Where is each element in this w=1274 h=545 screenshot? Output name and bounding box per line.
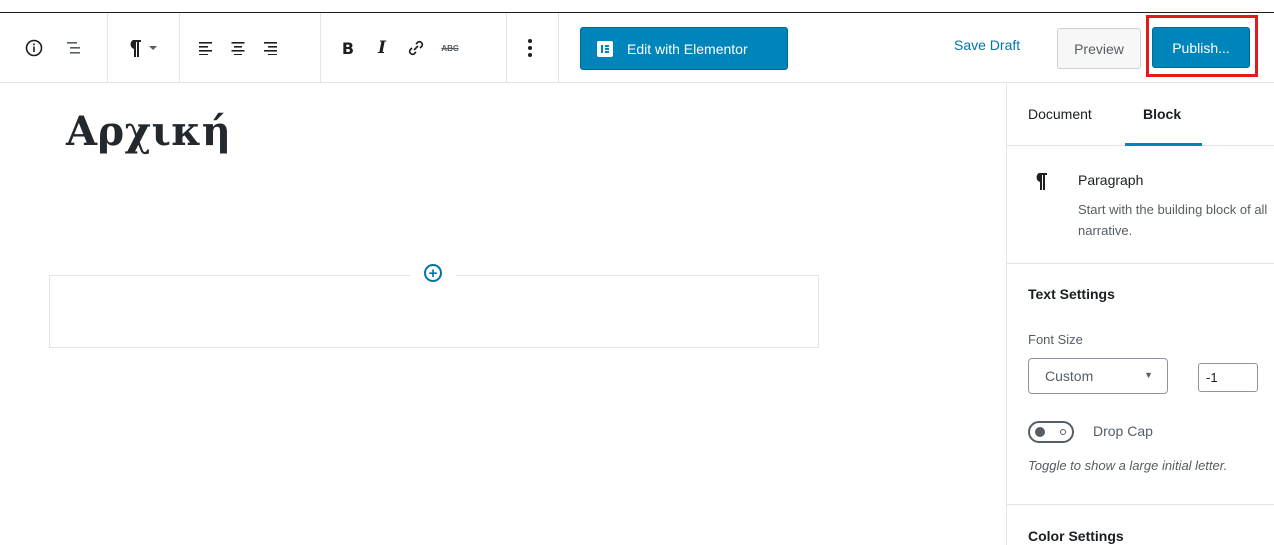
- preview-button[interactable]: Preview: [1057, 28, 1141, 69]
- sidebar-tabs: Document Block: [1007, 84, 1274, 146]
- drop-cap-toggle[interactable]: [1028, 421, 1074, 443]
- drop-cap-help-text: Toggle to show a large initial letter.: [1028, 458, 1228, 473]
- block-card: Paragraph Start with the building block …: [1007, 146, 1274, 264]
- tab-document[interactable]: Document: [1028, 106, 1092, 122]
- alignment-tools: [192, 13, 284, 83]
- font-size-label: Font Size: [1028, 332, 1083, 347]
- toolbar-separator: [107, 13, 108, 83]
- formatting-tools: B I ABC: [334, 13, 464, 83]
- toggle-off-indicator: [1060, 429, 1066, 435]
- font-size-select[interactable]: Custom ▼: [1028, 358, 1168, 394]
- italic-icon[interactable]: I: [368, 31, 396, 65]
- document-tools: [20, 13, 88, 83]
- align-right-icon[interactable]: [256, 31, 284, 65]
- outline-icon[interactable]: [60, 31, 88, 65]
- edit-with-elementor-label: Edit with Elementor: [627, 40, 748, 57]
- align-left-icon[interactable]: [192, 31, 220, 65]
- toolbar-separator: [558, 13, 559, 83]
- elementor-icon: [597, 40, 613, 57]
- text-settings-heading[interactable]: Text Settings: [1028, 286, 1115, 302]
- chevron-down-icon: [146, 31, 160, 65]
- block-inserter-button[interactable]: +: [410, 262, 456, 284]
- block-card-title: Paragraph: [1078, 172, 1144, 188]
- custom-font-size-input[interactable]: -1: [1198, 363, 1258, 392]
- toolbar-separator: [320, 13, 321, 83]
- more-options: [516, 13, 544, 83]
- publish-button[interactable]: Publish...: [1152, 27, 1250, 68]
- paragraph-icon: [124, 31, 146, 65]
- color-settings-heading[interactable]: Color Settings: [1028, 528, 1124, 544]
- post-title[interactable]: Αρχική: [66, 108, 231, 155]
- paragraph-icon: [1033, 170, 1049, 198]
- tab-block[interactable]: Block: [1143, 106, 1181, 122]
- edit-with-elementor-button[interactable]: Edit with Elementor: [580, 27, 788, 70]
- block-type-switcher[interactable]: [124, 13, 160, 83]
- link-icon[interactable]: [402, 31, 430, 65]
- align-center-icon[interactable]: [224, 31, 252, 65]
- toolbar-separator: [506, 13, 507, 83]
- more-options-icon[interactable]: [516, 31, 544, 65]
- toggle-knob: [1035, 427, 1045, 437]
- toolbar-separator: [179, 13, 180, 83]
- settings-sidebar: Document Block Paragraph Start with the …: [1006, 84, 1274, 545]
- plus-circle-icon: +: [424, 264, 442, 282]
- bold-icon[interactable]: B: [334, 31, 362, 65]
- block-card-description: Start with the building block of all nar…: [1078, 202, 1268, 238]
- info-icon[interactable]: [20, 31, 48, 65]
- drop-cap-label: Drop Cap: [1093, 423, 1153, 439]
- font-size-value: Custom: [1045, 368, 1094, 384]
- chevron-down-icon: ▼: [1144, 370, 1153, 380]
- save-draft-button[interactable]: Save Draft: [954, 37, 1020, 53]
- paragraph-block[interactable]: [49, 275, 819, 348]
- section-divider: [1007, 504, 1274, 505]
- strikethrough-icon[interactable]: ABC: [436, 31, 464, 65]
